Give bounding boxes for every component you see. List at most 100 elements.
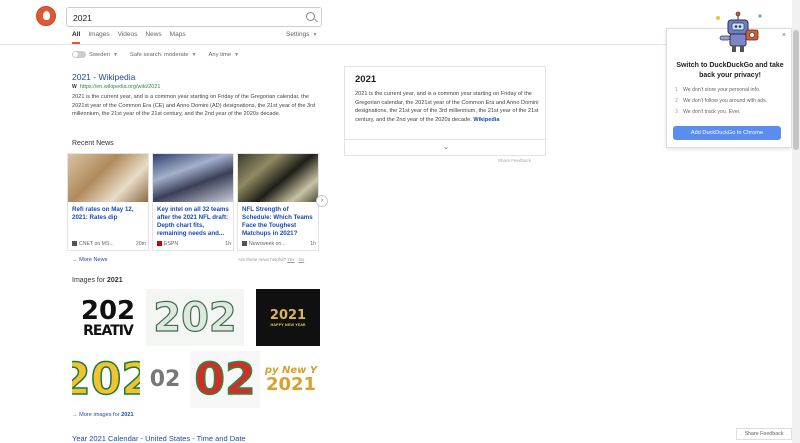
helpful-yes-link[interactable]: Yes	[287, 257, 294, 262]
news-title[interactable]: Refi rates on May 12, 2021: Rates dip	[72, 206, 146, 222]
news-card[interactable]: NFL Strength of Schedule: Which Teams Fa…	[237, 153, 319, 251]
tile-text: 2021	[269, 308, 307, 323]
image-tile[interactable]: py New Y 2021	[262, 351, 320, 408]
scrollbar[interactable]	[792, 0, 800, 443]
promo-item-text: We don't track you. Ever.	[683, 109, 741, 115]
chevron-down-icon: ▼	[234, 51, 240, 58]
scrollbar-thumb[interactable]	[793, 30, 799, 150]
search-results-page: All Images Videos News Maps Settings▼ Sw…	[0, 0, 800, 443]
tile-text: 202	[153, 294, 238, 341]
images-section-prefix: Images for	[72, 277, 108, 284]
safe-search-label: Safe search: moderate	[129, 51, 189, 58]
image-tile[interactable]: 2021 HAPPY NEW YEAR	[256, 289, 320, 346]
source-icon	[72, 241, 77, 247]
tab-all[interactable]: All	[72, 31, 81, 44]
promo-list-item: 2 We don't follow you around with ads.	[675, 96, 789, 107]
promo-item-text: We don't store your personal info.	[683, 87, 761, 93]
image-tile[interactable]: 202	[72, 351, 140, 408]
promo-item-number: 1	[675, 87, 678, 93]
images-section-title: Images for 2021	[72, 277, 123, 284]
infobox-title: 2021	[355, 74, 377, 85]
more-images-query: 2021	[121, 412, 134, 418]
close-icon[interactable]: ×	[782, 32, 786, 39]
duckduckgo-logo[interactable]	[36, 6, 56, 26]
news-source-name: ESPN	[164, 241, 179, 247]
share-feedback-button[interactable]: Share Feedback	[736, 428, 792, 440]
robot-illustration-icon	[716, 11, 762, 52]
news-section-title: Recent News	[72, 140, 114, 147]
news-title[interactable]: NFL Strength of Schedule: Which Teams Fa…	[242, 206, 316, 238]
chevron-down-icon: ▼	[191, 51, 197, 58]
tile-text: 02	[149, 367, 181, 392]
promo-list-item: 3 We don't track you. Ever.	[675, 107, 789, 118]
image-tile[interactable]: 202 REATIV	[72, 289, 144, 346]
infobox-wikipedia-link[interactable]: Wikipedia	[473, 117, 499, 123]
result-url[interactable]: Whttps://en.wikipedia.org/wiki/2021	[72, 84, 160, 90]
tab-images[interactable]: Images	[88, 31, 109, 44]
tab-maps[interactable]: Maps	[170, 31, 186, 44]
helpful-no-link[interactable]: No	[299, 257, 305, 262]
images-section-query: 2021	[107, 277, 123, 284]
news-source: ESPN	[157, 241, 178, 247]
news-thumbnail[interactable]	[68, 154, 148, 202]
more-news-label: More News	[79, 257, 108, 263]
news-card[interactable]: Key intel on all 32 teams after the 2021…	[152, 153, 234, 251]
helpful-text: Are these news helpful?	[238, 257, 287, 262]
news-thumbnail[interactable]	[153, 154, 233, 202]
infobox: 2021 2021 is the current year, and is a …	[344, 66, 547, 156]
search-box[interactable]	[66, 7, 322, 27]
news-source-name: CNET on MS...	[79, 241, 114, 247]
result-url-text: https://en.wikipedia.org/wiki/2021	[79, 84, 161, 90]
time-filter[interactable]: Any time ▼	[209, 52, 240, 58]
image-tile[interactable]: 02	[142, 351, 188, 408]
news-meta: Newsweek on... 1h	[242, 241, 316, 247]
chevron-down-icon: ▼	[112, 52, 118, 59]
result-title-link[interactable]: 2021 - Wikipedia	[72, 72, 135, 82]
news-age: 20m	[135, 241, 146, 247]
add-to-chrome-button[interactable]: Add DuckDuckGo to Chrome	[673, 126, 781, 140]
news-meta: CNET on MS... 20m	[72, 241, 146, 247]
promo-title: Switch to DuckDuckGo and take back your …	[676, 62, 784, 79]
wikipedia-icon: W	[72, 84, 77, 90]
promo-item-number: 2	[675, 98, 678, 104]
search-icon[interactable]	[306, 12, 315, 21]
chevron-right-icon[interactable]: ›	[316, 195, 328, 207]
image-grid: 202 REATIV 202 2021 HAPPY NEW YEAR 202 0…	[72, 289, 320, 408]
chevron-down-icon: ▼	[312, 32, 318, 38]
time-label: Any time	[208, 51, 232, 58]
news-title[interactable]: Key intel on all 32 teams after the 2021…	[157, 206, 231, 238]
filter-bar: Sweden ▼ Safe search: moderate ▼ Any time ▼	[72, 51, 239, 58]
infobox-share-feedback[interactable]: Share Feedback	[498, 158, 531, 163]
more-news-link[interactable]: → More News	[72, 257, 107, 263]
tile-text: HAPPY NEW YEAR	[270, 323, 306, 327]
news-card[interactable]: Refi rates on May 12, 2021: Rates dip CN…	[67, 153, 149, 251]
next-result-title[interactable]: Year 2021 Calendar - United States - Tim…	[72, 434, 246, 443]
tile-text: 02	[194, 353, 257, 406]
region-label: Sweden	[89, 52, 110, 59]
more-images-prefix: More images for	[79, 412, 122, 418]
region-filter[interactable]: Sweden ▼	[72, 51, 118, 58]
tab-news[interactable]: News	[145, 31, 161, 44]
search-input[interactable]	[73, 10, 293, 25]
tile-text: 202	[72, 353, 140, 406]
settings-label: Settings	[286, 31, 310, 38]
source-icon	[157, 241, 162, 247]
news-thumbnail[interactable]	[238, 154, 318, 202]
region-toggle[interactable]	[72, 51, 86, 58]
image-tile[interactable]: 202	[146, 289, 244, 346]
chevron-down-icon[interactable]: ⌄	[345, 139, 547, 155]
news-source: CNET on MS...	[72, 241, 114, 247]
tab-videos[interactable]: Videos	[118, 31, 138, 44]
news-source: Newsweek on...	[242, 241, 286, 247]
news-meta: ESPN 1h	[157, 241, 231, 247]
safe-search-filter[interactable]: Safe search: moderate ▼	[130, 52, 197, 58]
settings-menu[interactable]: Settings ▼	[286, 31, 317, 38]
image-tile[interactable]: 02	[190, 351, 260, 408]
news-source-name: Newsweek on...	[249, 241, 286, 247]
news-feedback: Are these news helpful? Yes · No	[238, 257, 305, 262]
infobox-text: 2021 is the current year, and is a commo…	[355, 90, 539, 124]
result-snippet: 2021 is the current year, and is a commo…	[72, 94, 316, 118]
news-carousel: Refi rates on May 12, 2021: Rates dip CN…	[67, 153, 319, 251]
more-images-link[interactable]: → More images for 2021	[72, 412, 134, 418]
promo-item-text: We don't follow you around with ads.	[683, 98, 768, 104]
